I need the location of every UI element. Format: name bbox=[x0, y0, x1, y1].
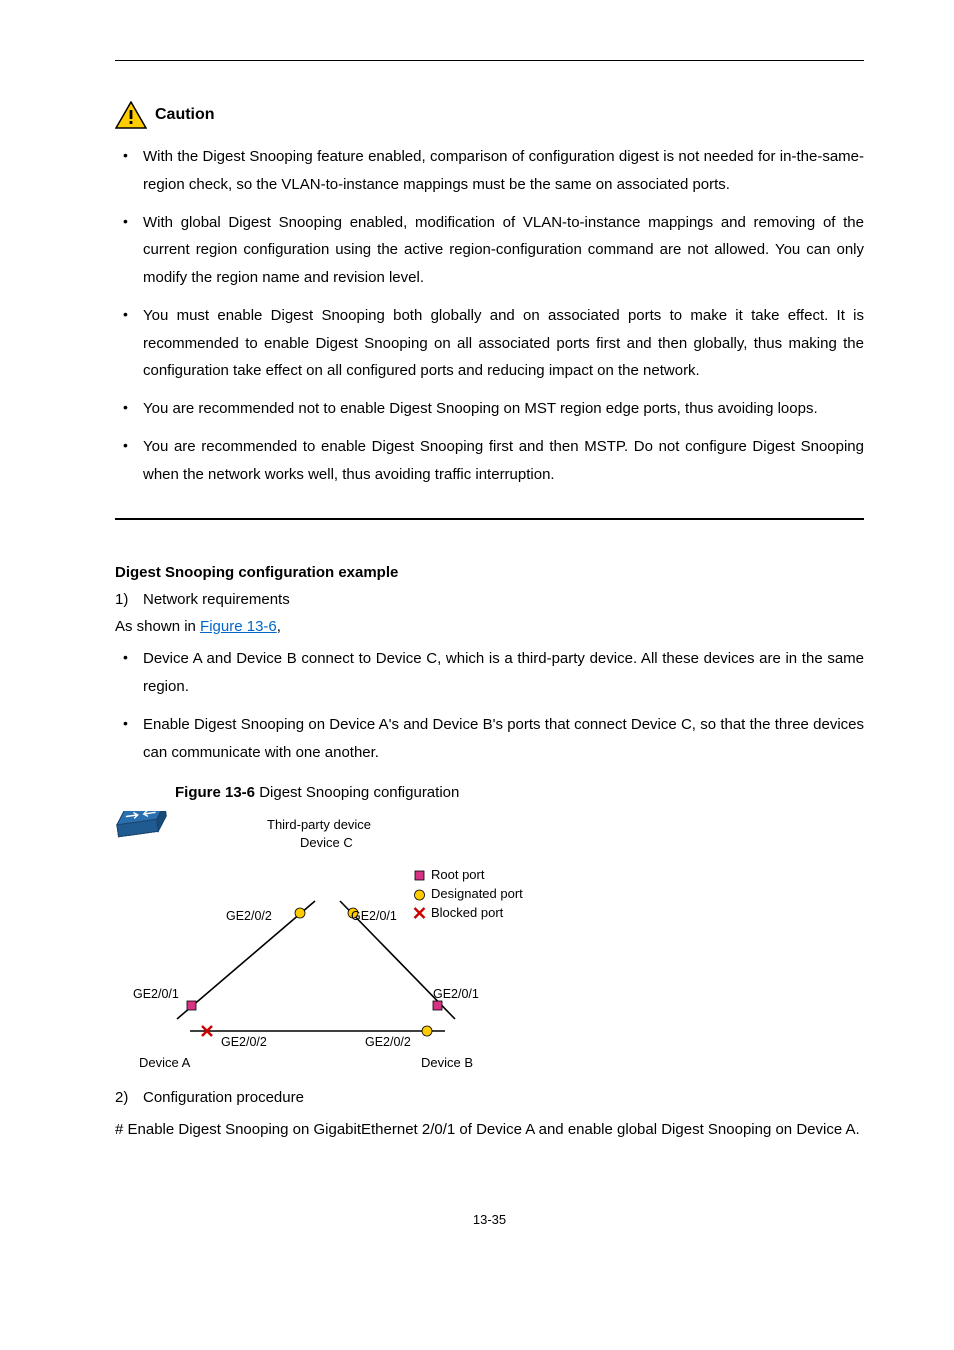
requirement-item: Enable Digest Snooping on Device A's and… bbox=[143, 711, 864, 767]
label-ge202-bottom-left: GE2/0/2 bbox=[221, 1035, 267, 1049]
list-number: 1) bbox=[115, 591, 143, 608]
label-device-c: Device C bbox=[300, 835, 353, 850]
figure-caption-text: Digest Snooping configuration bbox=[259, 784, 459, 801]
label-device-b: Device B bbox=[421, 1055, 473, 1070]
figure-link[interactable]: Figure 13-6 bbox=[200, 618, 277, 635]
topology-diagram: Third-party device Device C GE2/0/2 GE2/… bbox=[115, 811, 555, 1071]
configuration-procedure-body: # Enable Digest Snooping on GigabitEther… bbox=[115, 1116, 864, 1144]
example-heading: Digest Snooping configuration example bbox=[115, 564, 864, 581]
text-suffix: , bbox=[277, 618, 281, 635]
caution-header: Caution bbox=[115, 101, 864, 129]
page-number: 13-35 bbox=[115, 1212, 864, 1227]
as-shown-line: As shown in Figure 13-6, bbox=[115, 618, 864, 635]
label-device-a: Device A bbox=[139, 1055, 190, 1070]
list-number: 2) bbox=[115, 1089, 143, 1106]
label-ge201-right: GE2/0/1 bbox=[433, 987, 479, 1001]
top-horizontal-rule bbox=[115, 60, 864, 61]
list-label: Configuration procedure bbox=[143, 1089, 304, 1106]
caution-icon bbox=[115, 101, 147, 129]
legend-root-port: Root port bbox=[431, 867, 484, 882]
text-prefix: As shown in bbox=[115, 618, 200, 635]
label-ge202-top-left: GE2/0/2 bbox=[226, 909, 272, 923]
label-ge202-bottom-right: GE2/0/2 bbox=[365, 1035, 411, 1049]
requirements-list: Device A and Device B connect to Device … bbox=[115, 645, 864, 766]
configuration-procedure-heading: 2)Configuration procedure bbox=[115, 1089, 864, 1106]
caution-list: With the Digest Snooping feature enabled… bbox=[115, 143, 864, 488]
caution-item: You are recommended to enable Digest Sno… bbox=[143, 433, 864, 489]
caution-item: With the Digest Snooping feature enabled… bbox=[143, 143, 864, 199]
network-requirements-heading: 1)Network requirements bbox=[115, 591, 864, 608]
caution-label: Caution bbox=[155, 106, 215, 124]
caution-item: You are recommended not to enable Digest… bbox=[143, 395, 864, 423]
list-label: Network requirements bbox=[143, 591, 290, 608]
legend-blocked-port: Blocked port bbox=[431, 905, 503, 920]
figure-caption: Figure 13-6 Digest Snooping configuratio… bbox=[115, 784, 864, 801]
label-ge201-top-right: GE2/0/1 bbox=[351, 909, 397, 923]
requirement-item: Device A and Device B connect to Device … bbox=[143, 645, 864, 701]
caution-item: You must enable Digest Snooping both glo… bbox=[143, 302, 864, 385]
legend-designated-port: Designated port bbox=[431, 886, 523, 901]
label-ge201-left: GE2/0/1 bbox=[133, 987, 179, 1001]
figure-caption-prefix: Figure 13-6 bbox=[175, 784, 259, 801]
caution-item: With global Digest Snooping enabled, mod… bbox=[143, 209, 864, 292]
section-divider bbox=[115, 518, 864, 520]
label-third-party: Third-party device bbox=[267, 817, 371, 832]
